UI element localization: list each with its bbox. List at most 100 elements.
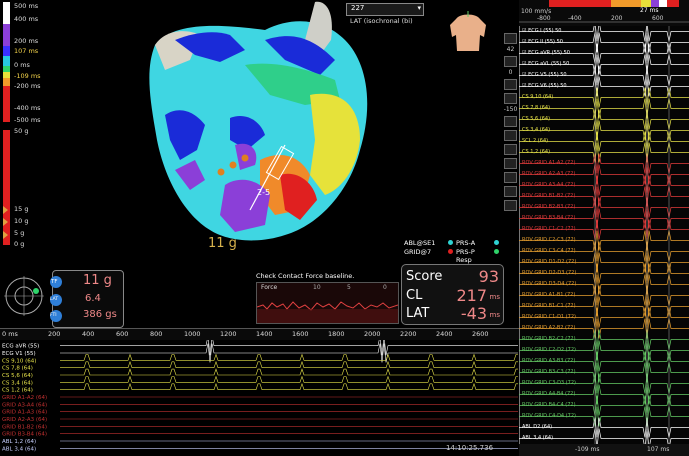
settings-icon[interactable] [504, 200, 517, 211]
map-select-dropdown[interactable]: 227 ▾ [346, 3, 424, 16]
egm-channel-label[interactable]: ROV GRID C3-C4 (72) [522, 248, 576, 254]
cl-unit: ms [489, 293, 500, 301]
egm-channel-label[interactable]: ROV GRID D2-D3 (72) [522, 270, 576, 276]
window-left: -109 ms [575, 446, 600, 453]
score-value: 93 [478, 267, 499, 286]
egm-channel-label[interactable]: ☑ ECG I (55) 50 [522, 28, 561, 34]
egm-trace [60, 382, 518, 390]
lat-label: LAT [406, 306, 430, 321]
egm-strip-bottom[interactable]: ECG aVR (55)ECG V1 (55)CS 9,10 (64) CS 7,… [0, 340, 519, 456]
ms-label-0: 0 ms [14, 61, 30, 69]
egm-channel-label[interactable]: ROV GRID A2-A3 (72) [522, 171, 575, 177]
egm-channel-label[interactable]: ROV GRID C1-D1 (72) [522, 314, 576, 320]
egm-channel-label[interactable]: ROV GRID A2-B2 (72) [522, 325, 575, 331]
color-scale-panel: 500 ms 400 ms 200 ms 107 ms 0 ms -109 ms… [0, 0, 48, 250]
egm-channel-label[interactable]: CS 7,8 (64) [522, 105, 550, 111]
egm-channel-label[interactable]: ☑ ECG aVL (55) 50 [522, 61, 569, 67]
egm-channel-label[interactable]: ROV GRID B1-C1 (72) [522, 303, 576, 309]
egm-channel-label[interactable]: CS 1,2 (64) [522, 149, 550, 155]
ms-label-neg200: -200 ms [14, 82, 41, 90]
force-label-0: 0 g [14, 240, 25, 248]
egm-channel-label[interactable]: ROV GRID D3-D4 (72) [522, 281, 576, 287]
egm-channel-label[interactable]: ROV GRID C2-C3 (72) [522, 237, 576, 243]
toolbar-value-42: 42 [506, 46, 515, 53]
ruler-start: 0 ms [2, 330, 18, 338]
force-label-15: 15 g [14, 205, 29, 213]
egm-channel-label[interactable]: ☑ ECG II (55) 50 [522, 39, 563, 45]
reset-view-icon[interactable] [504, 186, 517, 197]
sensor-prsp-label: PRS-P [456, 248, 475, 256]
egm-channel-label: ECG aVR (55) [2, 344, 39, 350]
egm-channel-label[interactable]: ABL D2 (64) [522, 424, 552, 430]
ruler-tick: 2200 [400, 330, 417, 338]
shadow-icon[interactable] [504, 130, 517, 141]
chevron-down-icon: ▾ [417, 4, 421, 12]
egm-channel-label[interactable]: ROV GRID C1-C2 (72) [522, 226, 576, 232]
egm-channel-label[interactable]: ROV GRID A1-B1 (72) [522, 292, 575, 298]
egm-channel-label[interactable]: ☑ ECG V5 (55) 50 [522, 72, 567, 78]
egm-channel-label[interactable]: ROV GRID B2-B3 (72) [522, 204, 575, 210]
egm-channel-label[interactable]: ROV GRID C4-D4 (72) [522, 413, 576, 419]
force-metrics-box: TF 11 g LAT 6.4 FTI 386 gs [50, 270, 124, 328]
score-label: Score [406, 269, 443, 284]
force-label-5: 5 g [14, 229, 25, 237]
contact-tick-5: 5 [347, 284, 351, 291]
egm-channel-label[interactable]: CS 9,10 (64) [522, 94, 553, 100]
sensor-grid-dot [448, 249, 453, 254]
egm-channel-label: GRID A1-A2 (64) [2, 395, 47, 401]
egm-trace [60, 360, 518, 368]
map-name-label: LAT (isochronal (bi) [350, 17, 413, 25]
egm-channel-label[interactable]: ABL 3,4 (64) [522, 435, 553, 441]
egm-channel-label[interactable]: ROV GRID C3-D3 (72) [522, 380, 576, 386]
layers-icon[interactable] [504, 79, 517, 90]
egm-channel-label[interactable]: ROV GRID C2-D2 (72) [522, 347, 576, 353]
sensor-prsp-dot [494, 249, 499, 254]
time-ruler[interactable]: 0 ms 200 400 600 800 1000 1200 1400 1600… [0, 328, 519, 340]
egm-channel-label[interactable]: CS 5,6 (64) [522, 116, 550, 122]
torso-orientation-icon[interactable] [448, 11, 488, 53]
egm-channel-label[interactable]: ROV GRID B4-C4 (72) [522, 402, 576, 408]
egm-channel-label[interactable]: ROV GRID A4-B4 (72) [522, 391, 575, 397]
lat-force-value: 6.4 [85, 293, 101, 304]
toolbar-value-neg150: -150 [503, 106, 518, 113]
points-icon[interactable] [504, 93, 517, 104]
catheter-tag: 2-5 [257, 188, 270, 197]
egm-channel-label: CS 3,4 (64) [2, 380, 33, 386]
egm-channel-label: ABL 1,2 (64) [2, 439, 36, 445]
egm-channel-label: ECG V1 (55) [2, 351, 36, 357]
ruler-tick: 2000 [364, 330, 381, 338]
contact-force-warning: Check Contact Force baseline. [256, 272, 355, 280]
egm-channel-label[interactable]: ROV GRID A3-A4 (72) [522, 182, 575, 188]
egm-channel-label: CS 9,10 (64) [2, 358, 36, 364]
tf-value: 11 g [83, 273, 112, 288]
sensor-abl-label: ABL@SE1 [404, 239, 436, 247]
egm-channel-label[interactable]: ROV GRID B1-B2 (72) [522, 193, 575, 199]
grid-icon[interactable] [504, 144, 517, 155]
egm-channel-label[interactable]: ROV GRID D1-D2 (72) [522, 259, 576, 265]
rotate-icon[interactable] [504, 33, 517, 44]
egm-channel-label[interactable]: CS 3,4 (64) [522, 127, 550, 133]
contact-tick-10: 10 [313, 284, 321, 291]
cl-label: CL [406, 288, 423, 303]
hide-icon[interactable] [504, 172, 517, 183]
view-toolbar: 42 0 -150 [503, 30, 518, 250]
tag-icon[interactable] [504, 116, 517, 127]
lat-map-3d[interactable]: 2-5 [135, 0, 395, 250]
egm-channel-label[interactable]: ☑ ECG aVR (55) 50 [522, 50, 570, 56]
force-label-10: 10 g [14, 217, 29, 225]
egm-channel-label[interactable]: SCL 2 (64) [522, 138, 548, 144]
camera-icon[interactable] [504, 158, 517, 169]
sensor-resp-label: Resp [456, 256, 472, 264]
sweep-speed[interactable]: 100 mm/s [521, 8, 551, 15]
egm-channel-label[interactable]: ☑ ECG V6 (55) 50 [522, 83, 567, 89]
ms-label-neg109: -109 ms [14, 72, 41, 80]
ruler-tick: 1200 [220, 330, 237, 338]
sensor-abl-dot [448, 240, 453, 245]
egm-channel-label[interactable]: ROV GRID A1-A2 (72) [522, 160, 575, 166]
egm-channel-label[interactable]: ROV GRID B2-C2 (72) [522, 336, 576, 342]
egm-channel-label[interactable]: ROV GRID B3-C3 (72) [522, 369, 576, 375]
zoom-icon[interactable] [504, 56, 517, 67]
egm-channel-label[interactable]: ROV GRID B3-B4 (72) [522, 215, 575, 221]
rp-tick: -800 [537, 15, 551, 22]
egm-channel-label[interactable]: ROV GRID A3-B3 (72) [522, 358, 575, 364]
